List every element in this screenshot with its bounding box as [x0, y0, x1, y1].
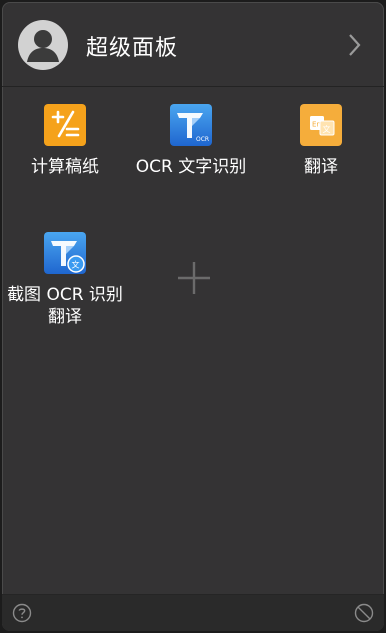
- panel-title: 超级面板: [86, 36, 179, 61]
- calculator-icon: [44, 104, 86, 146]
- tile-label: 计算稿纸: [31, 157, 99, 177]
- chevron-right-icon[interactable]: [342, 32, 366, 58]
- tile-label: 截图 OCR 识别翻译: [7, 285, 123, 327]
- ban-icon[interactable]: [354, 603, 374, 623]
- svg-text:文: 文: [72, 260, 80, 270]
- ocr-badge-text: OCR: [196, 136, 209, 143]
- tile-label: OCR 文字识别: [135, 157, 247, 177]
- question-icon[interactable]: [12, 603, 32, 623]
- plus-icon[interactable]: [168, 252, 220, 304]
- panel-footer: [2, 594, 384, 631]
- svg-text:文: 文: [323, 124, 331, 134]
- screenshot-ocr-translate-icon: 文: [44, 232, 86, 274]
- panel-header[interactable]: 超级面板: [2, 2, 384, 87]
- tile-label: 翻译: [304, 157, 338, 177]
- super-panel: 超级面板 计算稿纸 OCR OCR 文字识别 En 文 翻译 文 截图 OCR …: [2, 2, 384, 631]
- avatar[interactable]: [18, 20, 68, 70]
- user-icon: [27, 30, 59, 62]
- translate-icon: En 文: [300, 104, 342, 146]
- ocr-text-icon: OCR: [170, 104, 212, 146]
